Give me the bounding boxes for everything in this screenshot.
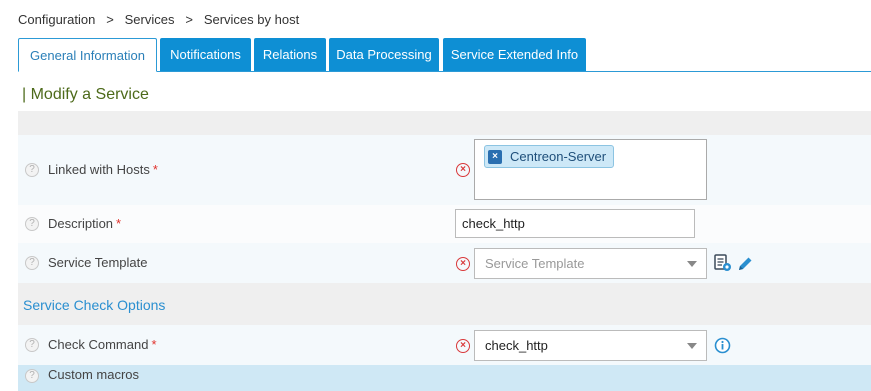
breadcrumb-separator: > <box>185 12 193 27</box>
clear-linked-hosts-icon[interactable]: × <box>456 163 470 177</box>
tab-general-information[interactable]: General Information <box>18 38 157 72</box>
breadcrumb-item[interactable]: Services by host <box>204 12 299 27</box>
selected-host-chip: × Centreon-Server <box>484 145 615 168</box>
breadcrumb-item[interactable]: Configuration <box>18 12 95 27</box>
chevron-down-icon <box>687 261 697 267</box>
clear-check-command-icon[interactable]: × <box>456 339 470 353</box>
form-title: | Modify a Service <box>22 86 149 103</box>
help-icon[interactable]: ? <box>25 256 39 270</box>
check-command-label: Check Command * <box>48 337 157 352</box>
linked-hosts-label: Linked with Hosts * <box>48 162 158 177</box>
selected-host-label: Centreon-Server <box>510 149 607 164</box>
help-icon[interactable]: ? <box>25 338 39 352</box>
description-input[interactable]: check_http <box>455 209 695 238</box>
form-header-row <box>18 111 871 135</box>
chevron-down-icon <box>687 343 697 349</box>
required-marker: * <box>116 216 122 231</box>
info-icon[interactable] <box>714 337 731 357</box>
tab-relations[interactable]: Relations <box>254 38 326 71</box>
custom-macros-label: Custom macros <box>48 367 140 382</box>
linked-hosts-select[interactable]: × Centreon-Server <box>474 139 707 200</box>
required-marker: * <box>151 337 157 352</box>
required-marker: * <box>152 162 158 177</box>
breadcrumb-item[interactable]: Services <box>125 12 175 27</box>
check-command-value: check_http <box>485 338 548 353</box>
check-command-select[interactable]: check_http <box>474 330 707 361</box>
clear-service-template-icon[interactable]: × <box>456 257 470 271</box>
description-row: ? Description * <box>18 205 871 243</box>
breadcrumb: Configuration > Services > Services by h… <box>18 12 299 27</box>
remove-host-icon[interactable]: × <box>488 149 502 164</box>
tab-service-extended-info[interactable]: Service Extended Info <box>443 38 586 71</box>
description-label: Description * <box>48 216 122 231</box>
breadcrumb-separator: > <box>106 12 114 27</box>
tab-bar: General Information Notifications Relati… <box>18 38 871 72</box>
service-template-label: Service Template <box>48 255 148 270</box>
section-title: Service Check Options <box>23 297 166 313</box>
custom-macros-row: ? Custom macros <box>18 365 871 391</box>
tab-data-processing[interactable]: Data Processing <box>329 38 439 71</box>
help-icon[interactable]: ? <box>25 217 39 231</box>
tab-notifications[interactable]: Notifications <box>160 38 251 71</box>
help-icon[interactable]: ? <box>25 369 39 383</box>
help-icon[interactable]: ? <box>25 163 39 177</box>
section-check-options: Service Check Options <box>18 283 871 325</box>
check-command-row: ? Check Command * <box>18 325 871 365</box>
template-list-icon[interactable] <box>714 254 732 275</box>
edit-pencil-icon[interactable] <box>737 255 754 275</box>
linked-hosts-row: ? Linked with Hosts * <box>18 135 871 205</box>
service-template-select[interactable]: Service Template <box>474 248 707 279</box>
service-template-placeholder: Service Template <box>485 256 585 271</box>
